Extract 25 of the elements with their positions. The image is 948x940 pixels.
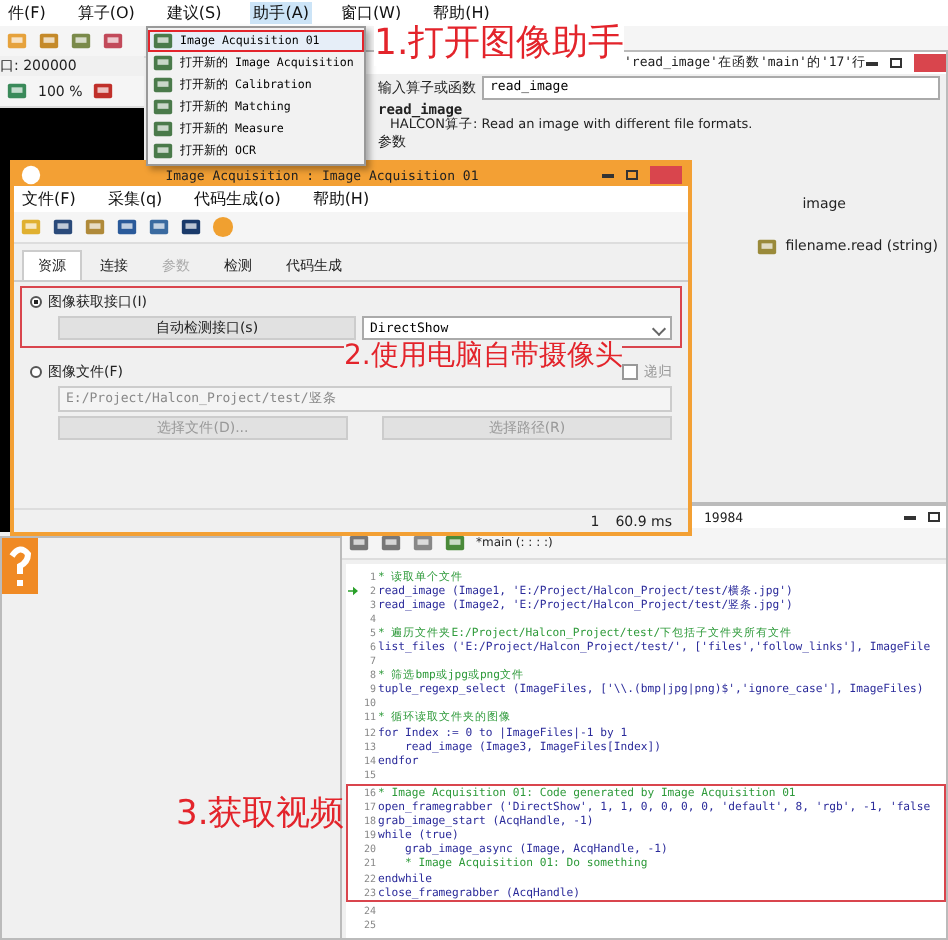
- assistant-icon[interactable]: [152, 52, 174, 74]
- toolbar-icon[interactable]: [70, 30, 92, 52]
- menu-item[interactable]: 助手(A): [249, 2, 313, 24]
- annotation-text: 3.获取视频: [176, 796, 345, 836]
- menu-item[interactable]: 代码生成(o): [190, 188, 285, 210]
- assistant-icon[interactable]: [152, 118, 174, 140]
- checkbox[interactable]: [622, 364, 638, 380]
- menu-item[interactable]: 文件(F): [18, 188, 80, 210]
- menu-item[interactable]: 建议(S): [162, 2, 226, 24]
- menu-item[interactable]: 帮助(H): [308, 188, 374, 210]
- assistant-icon[interactable]: [152, 96, 174, 118]
- menu-item[interactable]: 采集(q): [103, 188, 167, 210]
- menu-item[interactable]: 窗口(W): [336, 2, 406, 24]
- annotation-text: 2.使用电脑自带摄像头: [344, 340, 623, 373]
- radio-button[interactable]: [30, 296, 42, 308]
- assistant-icon[interactable]: [152, 30, 174, 52]
- assistant-icon[interactable]: [152, 140, 174, 162]
- radio-button[interactable]: [30, 366, 42, 378]
- toolbar-icon[interactable]: [102, 30, 124, 52]
- assistant-icon[interactable]: [152, 74, 174, 96]
- menu-item[interactable]: 件(F): [4, 2, 50, 24]
- toolbar-icon[interactable]: [38, 30, 60, 52]
- close-button[interactable]: [649, 166, 682, 184]
- menu-item[interactable]: 帮助(H): [429, 2, 494, 24]
- menu-item[interactable]: 算子(O): [73, 2, 139, 24]
